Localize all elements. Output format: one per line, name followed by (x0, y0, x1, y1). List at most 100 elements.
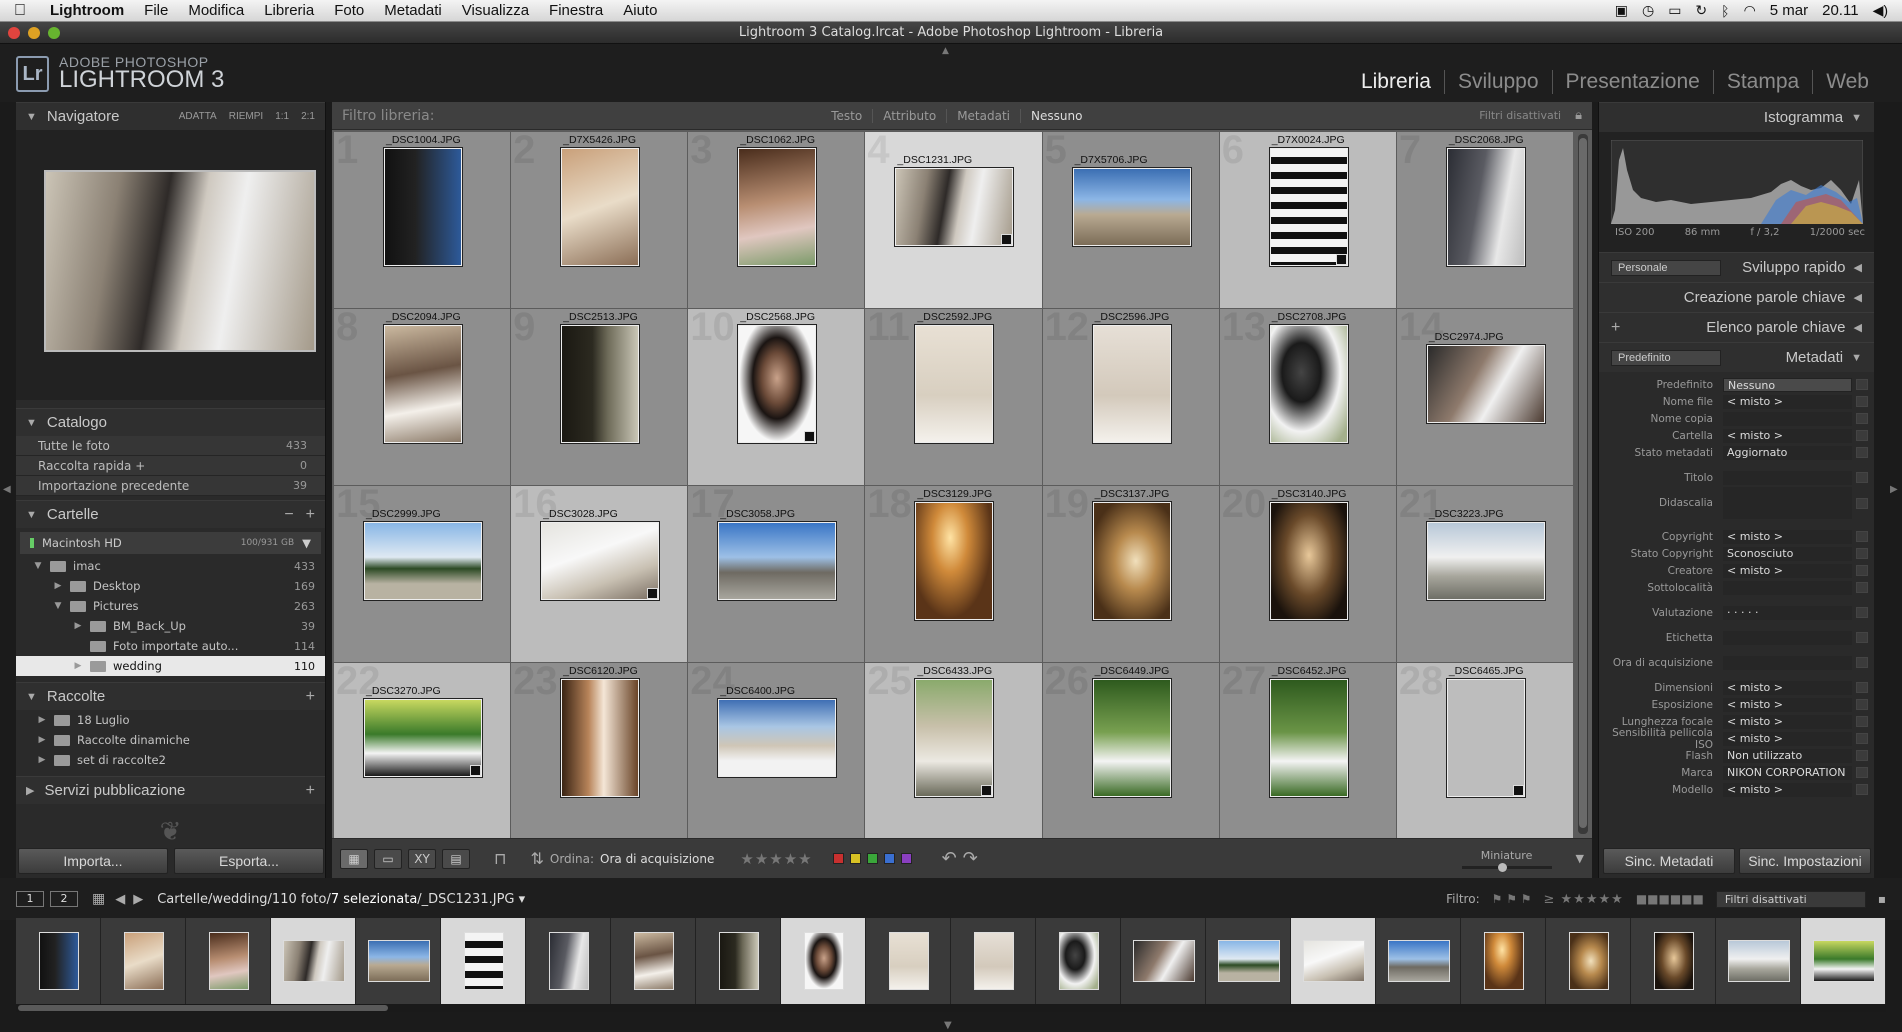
filmstrip-rating-filter[interactable]: ≥ ★★★★★ (1544, 892, 1624, 907)
filmstrip-cell[interactable] (441, 918, 526, 1004)
grid-cell[interactable]: 28 _DSC6465.JPG (1396, 663, 1574, 840)
keywording-header[interactable]: Creazione parole chiave ◀ (1599, 282, 1874, 312)
photo-thumbnail[interactable] (364, 522, 482, 600)
filmstrip-cell[interactable] (1206, 918, 1291, 1004)
metadata-row[interactable]: Stato Copyright Sconosciuto (1599, 545, 1874, 562)
grid-shortcut-icon[interactable]: ▦ (92, 891, 105, 907)
filmstrip-filter-dropdown[interactable]: Filtri disattivati (1715, 890, 1866, 908)
filmstrip-thumbnail[interactable] (548, 932, 589, 990)
filmstrip-thumbnail[interactable] (1812, 940, 1875, 982)
filmstrip-cell[interactable] (696, 918, 781, 1004)
filmstrip-scrollbar[interactable] (16, 1004, 1886, 1012)
metadata-value[interactable]: < misto > (1723, 714, 1852, 729)
filmstrip-thumbnail[interactable] (1727, 940, 1790, 982)
photo-thumbnail[interactable] (561, 325, 640, 443)
grid-cell[interactable]: 17 _DSC3058.JPG (688, 486, 866, 663)
metadata-action-icon[interactable] (1856, 379, 1868, 390)
menu-visualizza[interactable]: Visualizza (452, 2, 539, 19)
metadata-action-icon[interactable] (1856, 548, 1868, 559)
loupe-view-icon[interactable]: ▭ (374, 848, 402, 869)
metadata-action-icon[interactable] (1856, 565, 1868, 576)
filmstrip-thumbnail[interactable] (633, 932, 674, 990)
folder-item[interactable]: ▼ Pictures 263 (16, 596, 325, 616)
module-presentazione[interactable]: Presentazione (1551, 70, 1713, 94)
spray-can-icon[interactable]: ⊓ (494, 849, 506, 868)
rating-stars[interactable]: ★★★★★ (740, 850, 812, 868)
disclosure-closed-icon[interactable]: ▶ (36, 755, 48, 765)
photo-thumbnail[interactable] (1426, 345, 1545, 423)
histogram[interactable]: ISO 200 86 mm f / 3,2 1/2000 sec (1599, 132, 1874, 252)
disk-row[interactable]: Macintosh HD 100/931 GB ▼ (20, 532, 321, 554)
metadata-value[interactable] (1723, 655, 1852, 670)
navigator-header[interactable]: ▼ Navigatore ADATTA RIEMPI 1:1 2:1 (16, 102, 325, 130)
metadata-value[interactable]: < misto > (1723, 529, 1852, 544)
collapse-triangle-icon[interactable]: ▼ (26, 111, 37, 123)
filmstrip-thumbnail[interactable] (1058, 932, 1099, 990)
filter-metadata[interactable]: Metadati (946, 108, 1020, 123)
metadata-row[interactable]: Didascalia (1599, 486, 1874, 520)
disclosure-closed-icon[interactable]: ▶ (52, 581, 64, 591)
metadata-row[interactable]: Cartella < misto > (1599, 427, 1874, 444)
disclosure-closed-icon[interactable]: ▶ (72, 621, 84, 631)
grid-cell[interactable]: 2 _D7X5426.JPG (511, 132, 689, 309)
toolbar-menu-icon[interactable]: ▼ (1576, 852, 1584, 865)
nav-option-fill[interactable]: RIEMPI (229, 111, 263, 122)
metadata-action-icon[interactable] (1856, 582, 1868, 593)
expand-triangle-icon[interactable]: ▶ (26, 784, 34, 797)
filmstrip-cell[interactable] (1716, 918, 1801, 1004)
filmstrip-source-path[interactable]: Cartelle/wedding/110 foto/7 selezionata/… (157, 892, 525, 907)
edited-badge-icon[interactable] (804, 431, 816, 442)
filmstrip-thumbnail[interactable] (1132, 940, 1195, 982)
photo-thumbnail[interactable] (1092, 502, 1171, 620)
filmstrip-cell[interactable] (1461, 918, 1546, 1004)
photo-thumbnail[interactable] (718, 522, 837, 600)
folder-item[interactable]: ▶ BM_Back_Up 39 (16, 616, 325, 636)
back-arrow-icon[interactable]: ◀ (115, 892, 125, 907)
metadata-action-icon[interactable] (1856, 750, 1868, 761)
grid-cell[interactable]: 10 _DSC2568.JPG (688, 309, 866, 486)
grid-cell[interactable]: 18 _DSC3129.JPG (865, 486, 1043, 663)
add-folder-icon[interactable]: + (306, 506, 315, 524)
menubar-time[interactable]: 20.11 (1822, 2, 1858, 19)
label-red[interactable] (832, 853, 844, 864)
photo-thumbnail[interactable] (1426, 522, 1545, 600)
menu-metadati[interactable]: Metadati (374, 2, 452, 19)
metadata-value[interactable] (1723, 411, 1852, 426)
filmstrip-thumbnail[interactable] (973, 932, 1014, 990)
bottom-panel-toggle-icon[interactable]: ▼ (944, 1020, 952, 1031)
photo-thumbnail[interactable] (364, 699, 482, 777)
disk-dropdown-icon[interactable]: ▼ (302, 536, 311, 550)
filmstrip-thumbnail[interactable] (1483, 932, 1524, 990)
remove-folder-icon[interactable]: − (284, 506, 293, 524)
metadata-action-icon[interactable] (1856, 682, 1868, 693)
metadata-value[interactable]: Non utilizzato (1723, 748, 1852, 763)
catalog-item[interactable]: Tutte le foto 433 (16, 436, 325, 456)
filmstrip-thumbnail[interactable] (803, 932, 844, 990)
add-publish-service-icon[interactable]: + (306, 782, 315, 800)
edited-badge-icon[interactable] (1512, 785, 1524, 796)
filmstrip-thumbnail[interactable] (38, 932, 79, 990)
catalog-item[interactable]: Importazione precedente 39 (16, 476, 325, 496)
metadata-action-icon[interactable] (1856, 430, 1868, 441)
metadata-row[interactable]: Esposizione < misto > (1599, 696, 1874, 713)
metadata-action-icon[interactable] (1856, 396, 1868, 407)
disclosure-closed-icon[interactable]: ▶ (36, 715, 48, 725)
add-keyword-icon[interactable]: + (1611, 319, 1620, 337)
zoom-window-button[interactable] (48, 27, 60, 39)
grid-cell[interactable]: 1 _DSC1004.JPG (334, 132, 512, 309)
label-yellow[interactable] (849, 853, 861, 864)
metadata-row[interactable]: Flash Non utilizzato (1599, 747, 1874, 764)
grid-cell[interactable]: 14 _DSC2974.JPG (1396, 309, 1574, 486)
grid-cell[interactable]: 27 _DSC6452.JPG (1219, 663, 1397, 840)
filmstrip-thumbnail[interactable] (1653, 932, 1694, 990)
filmstrip-cell[interactable] (951, 918, 1036, 1004)
survey-view-icon[interactable]: ▤ (442, 848, 470, 869)
photo-thumbnail[interactable] (1092, 679, 1171, 797)
filmstrip-thumbnail[interactable] (1568, 932, 1609, 990)
module-stampa[interactable]: Stampa (1712, 70, 1812, 94)
metadata-row[interactable]: Nome copia (1599, 410, 1874, 427)
photo-thumbnail[interactable] (738, 325, 817, 443)
disclosure-open-icon[interactable]: ▼ (32, 561, 44, 571)
filmstrip-cell[interactable] (1291, 918, 1376, 1004)
filmstrip-cell[interactable] (781, 918, 866, 1004)
